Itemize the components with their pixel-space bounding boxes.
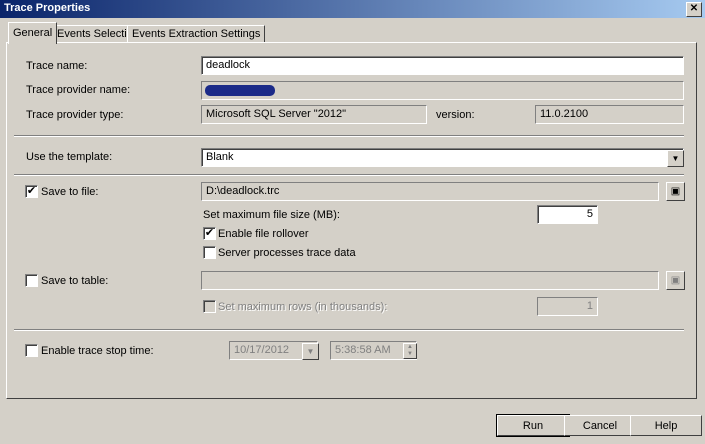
trace-name-label: Trace name: xyxy=(26,60,88,72)
provider-type-field: Microsoft SQL Server "2012" xyxy=(201,105,427,124)
server-processes-checkbox[interactable] xyxy=(203,246,216,259)
stop-time-label: Enable trace stop time: xyxy=(41,345,154,357)
max-rows-field: 1 xyxy=(537,297,598,316)
tab-events-extraction-settings[interactable]: Events Extraction Settings xyxy=(127,25,266,43)
file-rollover-checkbox[interactable]: ✔ xyxy=(203,227,216,240)
divider xyxy=(14,329,684,331)
save-to-table-label: Save to table: xyxy=(41,275,109,287)
save-to-file-checkbox[interactable]: ✔ xyxy=(25,185,38,198)
title-bar: Trace Properties ✕ xyxy=(0,0,705,18)
time-spinner-icon: ▲ ▼ xyxy=(403,343,417,359)
max-file-size-label: Set maximum file size (MB): xyxy=(203,209,340,221)
browse-file-icon[interactable]: ▣ xyxy=(666,182,685,201)
window-title: Trace Properties xyxy=(4,2,91,14)
max-rows-label: Set maximum rows (in thousands): xyxy=(218,301,388,313)
max-file-size-input[interactable]: 5 xyxy=(537,205,598,224)
template-value: Blank xyxy=(206,151,234,163)
template-label: Use the template: xyxy=(26,151,113,163)
save-to-table-checkbox[interactable] xyxy=(25,274,38,287)
redacted-mark xyxy=(205,85,275,96)
template-select[interactable]: Blank xyxy=(201,148,684,167)
run-button[interactable]: Run xyxy=(496,414,570,437)
tab-general[interactable]: General xyxy=(8,22,58,44)
trace-name-input[interactable]: deadlock xyxy=(201,56,684,75)
save-to-file-label: Save to file: xyxy=(41,186,99,198)
calendar-dropdown-icon: ▼ xyxy=(302,343,319,360)
file-rollover-label: Enable file rollover xyxy=(218,228,309,240)
version-label: version: xyxy=(436,109,475,121)
divider xyxy=(14,135,684,137)
browse-table-icon: ▣ xyxy=(666,271,685,290)
file-path-field[interactable]: D:\deadlock.trc xyxy=(201,182,659,201)
provider-name-label: Trace provider name: xyxy=(26,84,131,96)
help-button[interactable]: Help xyxy=(630,415,702,436)
close-button[interactable]: ✕ xyxy=(686,2,702,17)
chevron-down-icon[interactable]: ▼ xyxy=(667,150,684,167)
table-field xyxy=(201,271,659,290)
stop-time-checkbox[interactable] xyxy=(25,344,38,357)
provider-type-label: Trace provider type: xyxy=(26,109,124,121)
version-field: 11.0.2100 xyxy=(535,105,684,124)
divider xyxy=(14,174,684,176)
max-rows-checkbox xyxy=(203,300,216,313)
server-processes-label: Server processes trace data xyxy=(218,247,356,259)
cancel-button[interactable]: Cancel xyxy=(564,415,636,436)
